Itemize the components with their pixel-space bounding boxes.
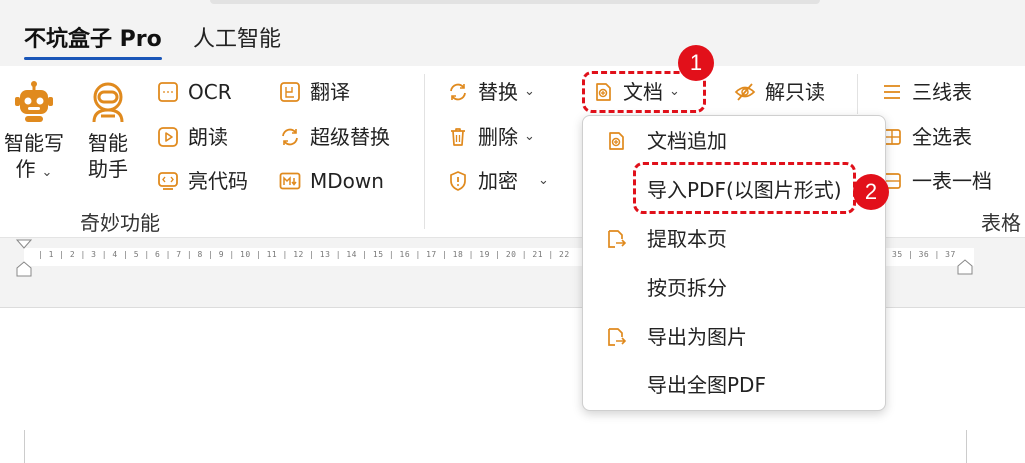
right-margin-line bbox=[966, 430, 967, 463]
menu-item-split-by-page[interactable]: 按页拆分 bbox=[647, 274, 727, 302]
smart-writing-label-2-row: 作 ⌄ bbox=[2, 156, 66, 186]
highlight-code-label: 亮代码 bbox=[188, 169, 248, 193]
export-image-icon bbox=[605, 326, 627, 348]
highlight-code-button[interactable]: 亮代码 bbox=[157, 168, 248, 194]
menu-item-label: 按页拆分 bbox=[647, 276, 727, 300]
smart-assistant-button[interactable]: 智能 助手 bbox=[84, 80, 132, 182]
delete-button[interactable]: 删除 ⌄ bbox=[447, 124, 535, 150]
refresh-icon bbox=[447, 81, 469, 103]
select-all-tables-button[interactable]: 全选表 bbox=[881, 124, 972, 150]
menu-item-extract-page[interactable]: 提取本页 bbox=[605, 225, 727, 253]
group-label-table: 表格 bbox=[981, 211, 1021, 235]
astronaut-icon bbox=[86, 80, 130, 124]
one-table-one-doc-button[interactable]: 一表一档 bbox=[881, 168, 992, 194]
shield-icon bbox=[447, 170, 469, 192]
eye-slash-icon bbox=[734, 81, 756, 103]
menu-item-label: 导出为图片 bbox=[647, 325, 747, 349]
monitor-code-icon bbox=[157, 170, 179, 192]
replace-button[interactable]: 替换 ⌄ bbox=[447, 79, 535, 105]
mdown-label: MDown bbox=[310, 169, 384, 193]
ocr-scan-icon bbox=[157, 81, 179, 103]
tab-bar: 不坑盒子 Pro 人工智能 bbox=[0, 0, 1025, 66]
document-dropdown-menu: 文档追加 导入PDF(以图片形式) 提取本页 按页拆分 导出为图片 导出全图PD… bbox=[582, 115, 886, 411]
remove-readonly-button[interactable]: 解只读 bbox=[734, 79, 825, 105]
tab-bukeng-pro[interactable]: 不坑盒子 Pro bbox=[24, 25, 162, 60]
menu-item-label: 文档追加 bbox=[647, 129, 727, 153]
menu-item-label: 导入PDF(以图片形式) bbox=[647, 178, 842, 202]
one-table-one-doc-label: 一表一档 bbox=[912, 169, 992, 193]
step-marker-1: 1 bbox=[678, 45, 714, 81]
markdown-icon bbox=[279, 170, 301, 192]
robot-icon bbox=[12, 80, 56, 124]
document-icon bbox=[592, 81, 614, 103]
ruler-numbers-right: 35 | 36 | 37 bbox=[892, 250, 956, 259]
tab-ai[interactable]: 人工智能 bbox=[193, 25, 281, 55]
read-aloud-label: 朗读 bbox=[188, 125, 228, 149]
menu-item-export-full-image-pdf[interactable]: 导出全图PDF bbox=[647, 371, 766, 399]
remove-readonly-label: 解只读 bbox=[765, 80, 825, 104]
separator bbox=[424, 74, 425, 229]
document-menu-button[interactable]: 文档 ⌄ bbox=[592, 79, 680, 105]
mdown-button[interactable]: MDown bbox=[279, 168, 384, 194]
play-icon bbox=[157, 126, 179, 148]
smart-writing-label-1: 智能写 bbox=[4, 131, 64, 155]
encrypt-button[interactable]: 加密 ⌄ bbox=[447, 168, 549, 194]
translate-icon bbox=[279, 81, 301, 103]
menu-item-import-pdf-as-images[interactable]: 导入PDF(以图片形式) bbox=[647, 176, 842, 204]
extract-page-icon bbox=[605, 228, 627, 250]
chevron-down-icon: ⌄ bbox=[41, 165, 53, 180]
group-label-magic: 奇妙功能 bbox=[80, 211, 160, 235]
menu-item-export-as-image[interactable]: 导出为图片 bbox=[605, 323, 747, 351]
smart-assistant-label-1: 智能 bbox=[88, 131, 128, 155]
chevron-down-icon: ⌄ bbox=[669, 84, 680, 99]
chevron-down-icon: ⌄ bbox=[524, 84, 535, 99]
refresh-icon bbox=[279, 126, 301, 148]
three-line-table-label: 三线表 bbox=[912, 80, 972, 104]
smart-assistant-label-2: 助手 bbox=[88, 157, 128, 181]
smart-writing-label-2: 作 bbox=[15, 157, 36, 181]
three-line-table-button[interactable]: 三线表 bbox=[881, 79, 972, 105]
encrypt-label: 加密 bbox=[478, 169, 518, 193]
replace-label: 替换 bbox=[478, 80, 518, 104]
super-replace-button[interactable]: 超级替换 bbox=[279, 124, 390, 150]
menu-item-label: 提取本页 bbox=[647, 227, 727, 251]
chevron-down-icon: ⌄ bbox=[538, 173, 549, 188]
indent-marker-icon[interactable] bbox=[15, 238, 33, 278]
doc-append-icon bbox=[605, 130, 627, 152]
document-label: 文档 bbox=[623, 80, 663, 104]
top-strip bbox=[210, 0, 820, 4]
right-indent-marker-icon[interactable] bbox=[956, 252, 974, 278]
ruler-numbers-left: | 1 | 2 | 3 | 4 | 5 | 6 | 7 | 8 | 9 | 10… bbox=[38, 250, 570, 259]
super-replace-label: 超级替换 bbox=[310, 125, 390, 149]
three-lines-icon bbox=[881, 81, 903, 103]
menu-item-append-document[interactable]: 文档追加 bbox=[605, 127, 727, 155]
select-all-tables-label: 全选表 bbox=[912, 125, 972, 149]
separator bbox=[857, 74, 858, 114]
ocr-button[interactable]: OCR bbox=[157, 79, 232, 105]
chevron-down-icon: ⌄ bbox=[524, 129, 535, 144]
smart-writing-button[interactable]: 智能写 作 ⌄ bbox=[2, 80, 66, 186]
trash-icon bbox=[447, 126, 469, 148]
step-marker-2: 2 bbox=[853, 174, 889, 210]
ocr-label: OCR bbox=[188, 80, 232, 104]
menu-item-label: 导出全图PDF bbox=[647, 373, 766, 397]
left-margin-line bbox=[24, 430, 25, 463]
read-aloud-button[interactable]: 朗读 bbox=[157, 124, 228, 150]
translate-button[interactable]: 翻译 bbox=[279, 79, 350, 105]
translate-label: 翻译 bbox=[310, 80, 350, 104]
delete-label: 删除 bbox=[478, 125, 518, 149]
